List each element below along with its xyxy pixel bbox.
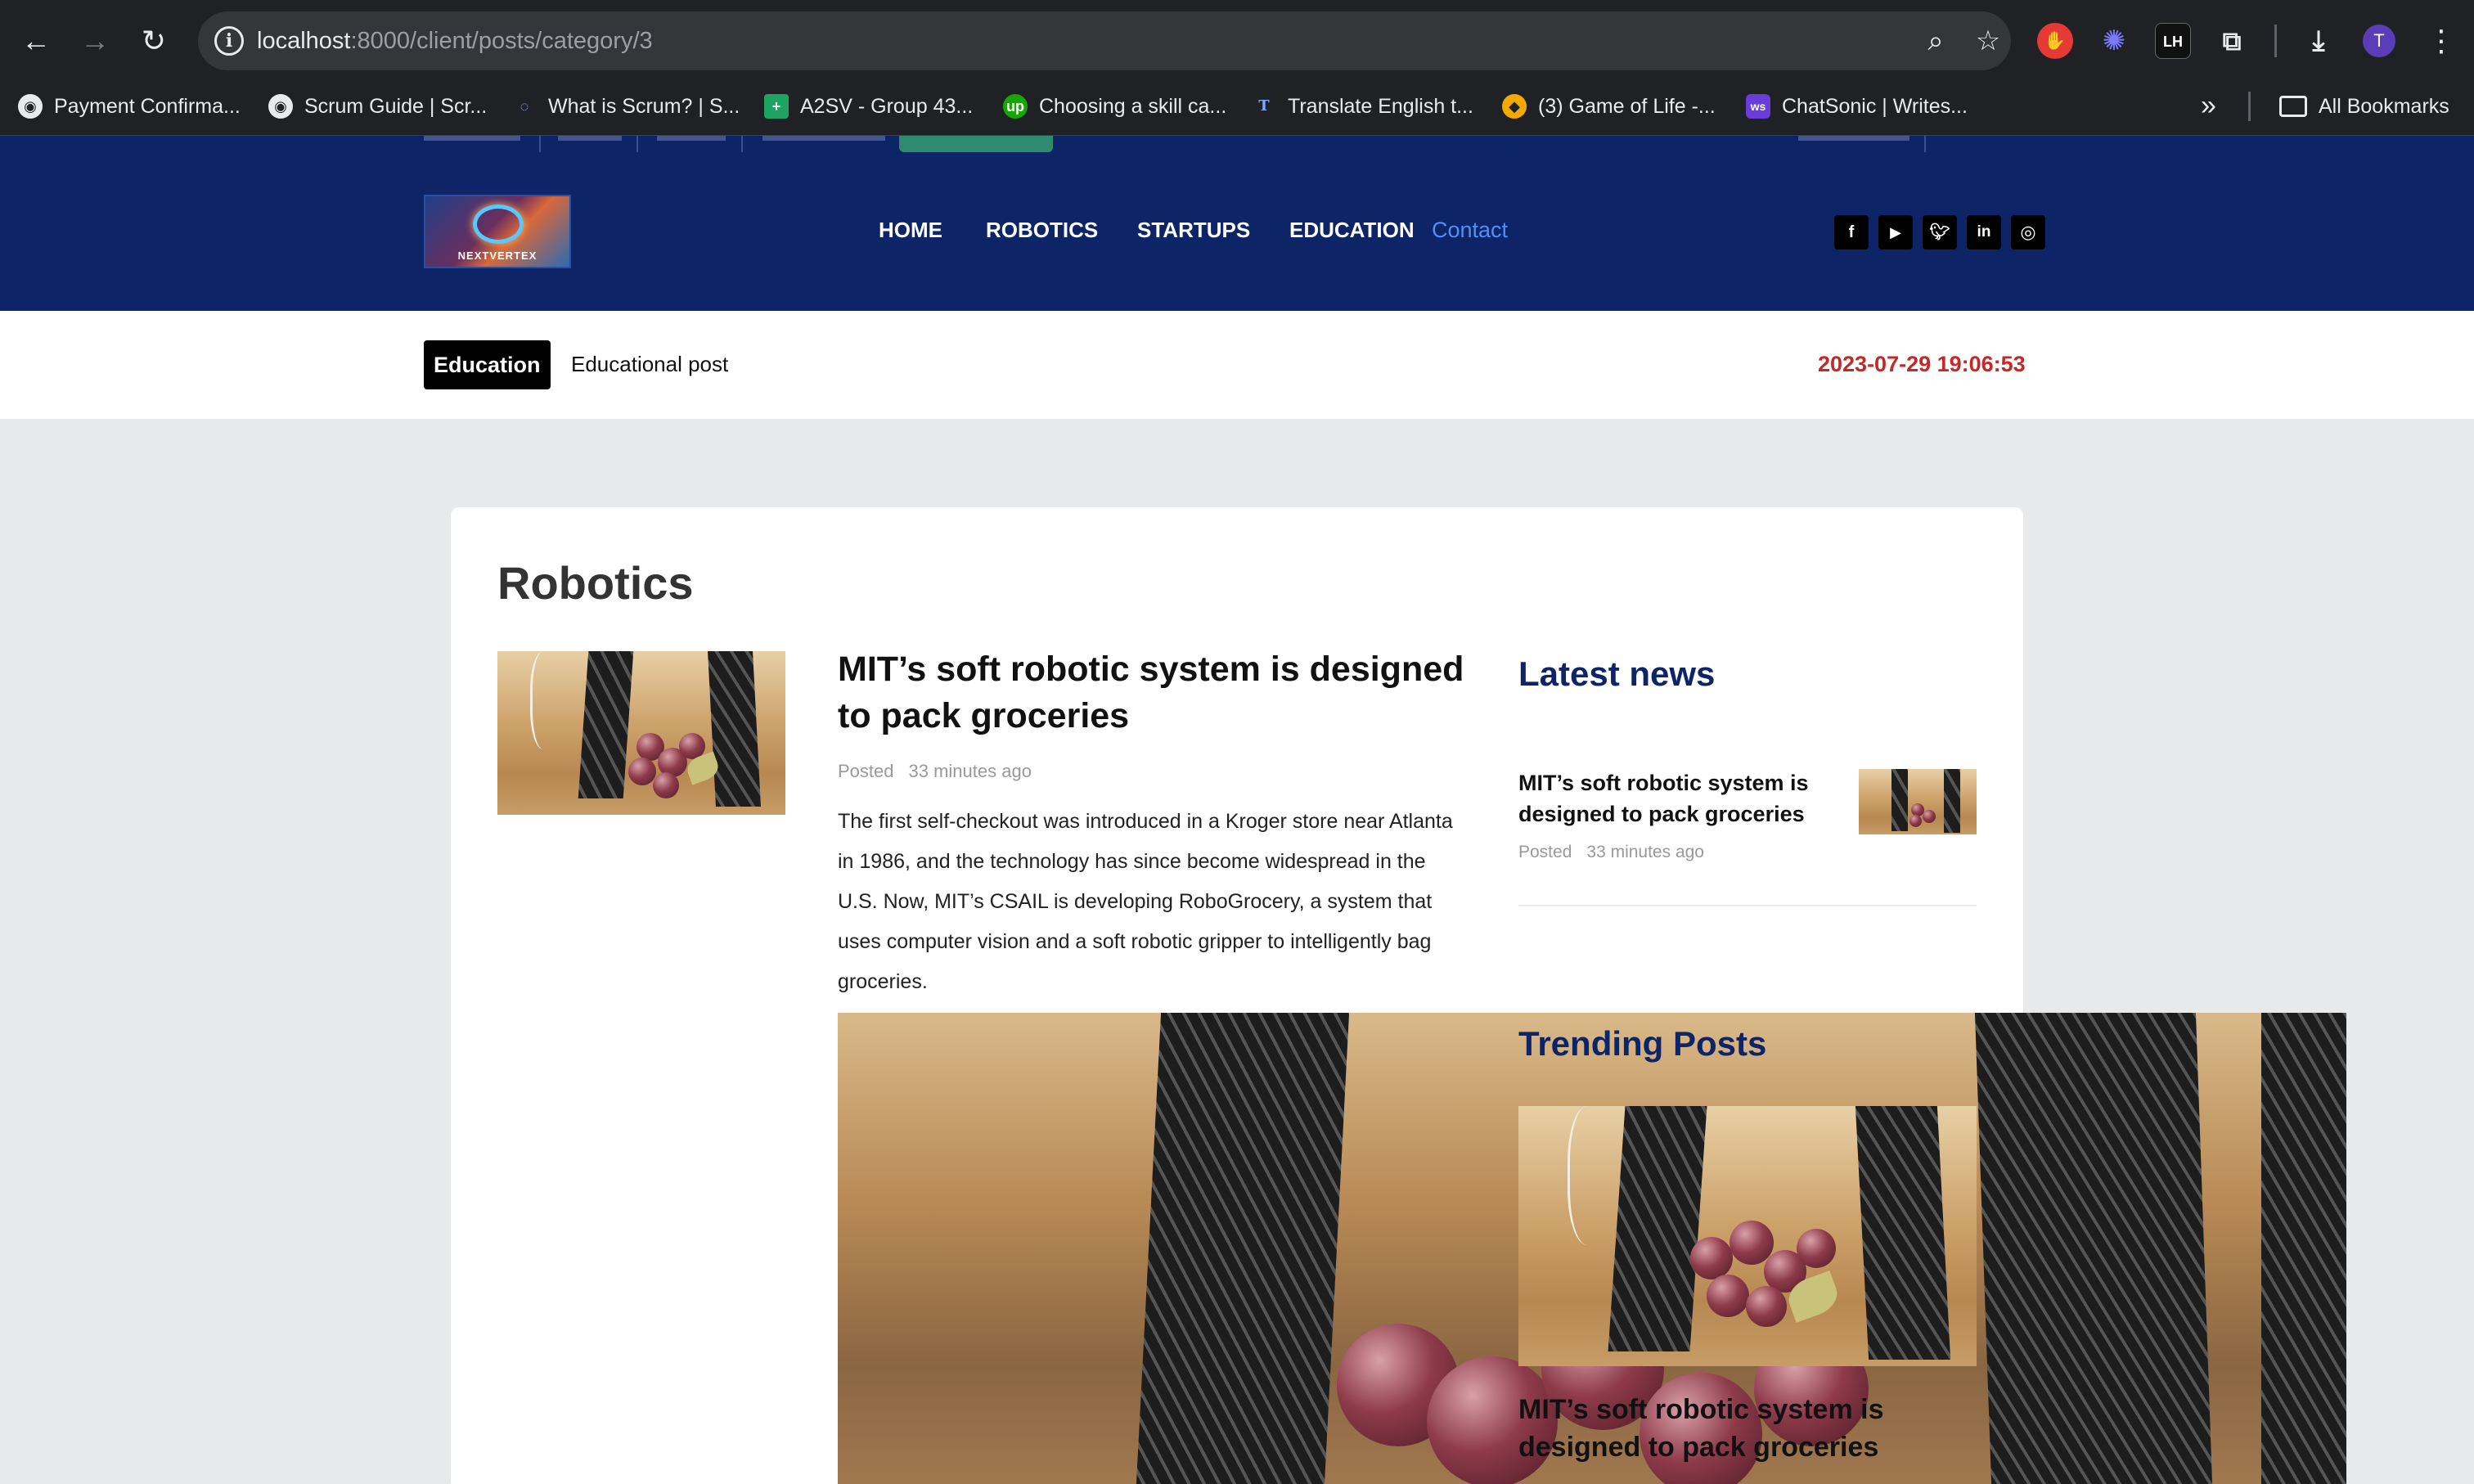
forward-arrow-icon[interactable]: →: [75, 21, 115, 61]
bookmark-label: (3) Game of Life -...: [1538, 94, 1716, 118]
top-utility-strip: [0, 136, 2474, 152]
post-title-link[interactable]: MIT’s soft robotic system is designed to…: [838, 646, 1476, 740]
ticker-headline[interactable]: Educational post: [571, 352, 728, 377]
top-link-divider: [741, 136, 743, 152]
bookmark-item[interactable]: T Translate English t...: [1252, 82, 1473, 131]
more-bookmarks-icon[interactable]: »: [2201, 90, 2216, 122]
top-link[interactable]: [762, 136, 885, 141]
bookmark-label: Payment Confirma...: [54, 94, 241, 118]
nav-startups[interactable]: STARTUPS: [1137, 218, 1250, 243]
logo-orb-icon: [473, 205, 524, 244]
nav-education[interactable]: EDUCATION: [1289, 218, 1415, 243]
bookmark-star-icon[interactable]: ☆: [1970, 23, 2006, 59]
bookmark-item[interactable]: ◌ What is Scrum? | S...: [512, 82, 740, 131]
bookmarks-bar: ◉ Payment Confirma... ◉ Scrum Guide | Scr.…: [0, 82, 2474, 136]
all-bookmarks-label: All Bookmarks: [2319, 94, 2449, 118]
top-action-button[interactable]: [899, 136, 1053, 152]
game-icon: ◆: [1502, 94, 1527, 119]
download-icon[interactable]: ⤓: [2301, 23, 2337, 59]
profile-avatar[interactable]: T: [2363, 25, 2395, 57]
linkedin-icon[interactable]: in: [1967, 215, 2001, 250]
post-thumbnail-image[interactable]: [497, 651, 785, 815]
latest-time-ago: 33 minutes ago: [1586, 843, 1704, 861]
top-link[interactable]: [1798, 136, 1909, 141]
top-link[interactable]: [657, 136, 726, 141]
twitter-icon[interactable]: 🐦︎: [1923, 215, 1957, 250]
post-excerpt: The first self-checkout was introduced i…: [838, 810, 1453, 993]
upwork-icon: up: [1003, 94, 1028, 119]
folder-icon: [2279, 96, 2307, 117]
nav-contact[interactable]: Contact: [1432, 218, 1508, 243]
site-logo[interactable]: NEXTVERTEX: [424, 195, 571, 268]
bookmark-label: What is Scrum? | S...: [548, 94, 740, 118]
top-link-divider: [539, 136, 541, 152]
bookmark-item[interactable]: ◉ Scrum Guide | Scr...: [268, 82, 487, 131]
top-link[interactable]: [424, 136, 520, 141]
back-arrow-icon[interactable]: ←: [16, 21, 56, 61]
posted-label: Posted: [838, 761, 894, 781]
top-link-divider: [636, 136, 638, 152]
extensions-puzzle-icon[interactable]: ⧉: [2214, 23, 2250, 59]
nav-home[interactable]: HOME: [879, 218, 942, 243]
news-ticker: Education Educational post 2023-07-29 19…: [0, 311, 2474, 419]
toolbar-divider: [2274, 25, 2277, 57]
latest-news-item-title[interactable]: MIT’s soft robotic system is designed to…: [1518, 767, 1862, 830]
browser-toolbar: ← → ↻ i localhost:8000/client/posts/cate…: [0, 0, 2474, 82]
site-info-icon[interactable]: i: [214, 26, 244, 56]
top-link[interactable]: [558, 136, 622, 141]
bookmark-item[interactable]: ◉ Payment Confirma...: [18, 82, 241, 131]
all-bookmarks-button[interactable]: All Bookmarks: [2279, 82, 2449, 131]
post-time-ago: 33 minutes ago: [908, 761, 1032, 781]
bookmark-item[interactable]: + A2SV - Group 43...: [764, 82, 973, 131]
youtube-icon[interactable]: ▶: [1878, 215, 1913, 250]
latest-news-heading: Latest news: [1518, 654, 1716, 693]
site-header: NEXTVERTEX HOME ROBOTICS STARTUPS EDUCAT…: [0, 136, 2474, 311]
adblock-extension-icon[interactable]: ✋: [2037, 23, 2073, 59]
chatsonic-icon: ws: [1746, 94, 1770, 119]
nav-robotics[interactable]: ROBOTICS: [986, 218, 1098, 243]
latest-news-divider: [1518, 905, 1977, 906]
posted-label: Posted: [1518, 843, 1572, 861]
lighthouse-extension-label: LH: [2163, 34, 2183, 50]
bookmarks-divider: [2248, 92, 2251, 121]
bookmark-label: Choosing a skill ca...: [1039, 94, 1227, 118]
instagram-icon[interactable]: ◎: [2011, 215, 2045, 250]
bookmark-item[interactable]: ◆ (3) Game of Life -...: [1502, 82, 1716, 131]
globe-icon: ◉: [268, 94, 293, 119]
zoom-icon[interactable]: ⌕: [1918, 23, 1954, 59]
bookmark-label: Scrum Guide | Scr...: [304, 94, 488, 118]
bookmark-label: ChatSonic | Writes...: [1782, 94, 1968, 118]
bookmark-label: Translate English t...: [1288, 94, 1473, 118]
url-host: localhost: [257, 28, 351, 54]
lighthouse-extension-icon[interactable]: LH: [2155, 23, 2191, 59]
bookmark-item[interactable]: up Choosing a skill ca...: [1003, 82, 1226, 131]
trending-post-title[interactable]: MIT’s soft robotic system is designed to…: [1518, 1391, 1911, 1466]
translate-icon: T: [1258, 97, 1270, 115]
scrum-icon: ◌: [520, 98, 529, 115]
trending-posts-heading: Trending Posts: [1518, 1024, 1767, 1063]
reload-icon[interactable]: ↻: [134, 21, 173, 61]
facebook-icon[interactable]: f: [1834, 215, 1869, 250]
ticker-category-badge[interactable]: Education: [424, 340, 551, 389]
top-link-divider: [1924, 136, 1926, 152]
browser-menu-icon[interactable]: ⋮: [2427, 21, 2456, 61]
latest-news-thumbnail[interactable]: [1859, 769, 1977, 834]
post-meta: Posted 33 minutes ago: [838, 761, 1032, 782]
sparkle-extension-icon[interactable]: ✺: [2096, 23, 2132, 59]
page-title: Robotics: [497, 557, 694, 609]
ticker-datetime: 2023-07-29 19:06:53: [1818, 352, 2026, 376]
logo-text: NEXTVERTEX: [457, 250, 538, 262]
url-path: :8000/client/posts/category/3: [350, 28, 653, 54]
bookmark-label: A2SV - Group 43...: [800, 94, 974, 118]
sheets-icon: +: [764, 94, 789, 119]
address-bar[interactable]: i localhost:8000/client/posts/category/3…: [198, 11, 2011, 70]
url-text[interactable]: localhost:8000/client/posts/category/3: [257, 11, 653, 70]
latest-news-meta: Posted 33 minutes ago: [1518, 843, 1704, 862]
globe-icon: ◉: [18, 94, 43, 119]
trending-post-image[interactable]: [1518, 1106, 1977, 1366]
bookmark-item[interactable]: ws ChatSonic | Writes...: [1746, 82, 1968, 131]
